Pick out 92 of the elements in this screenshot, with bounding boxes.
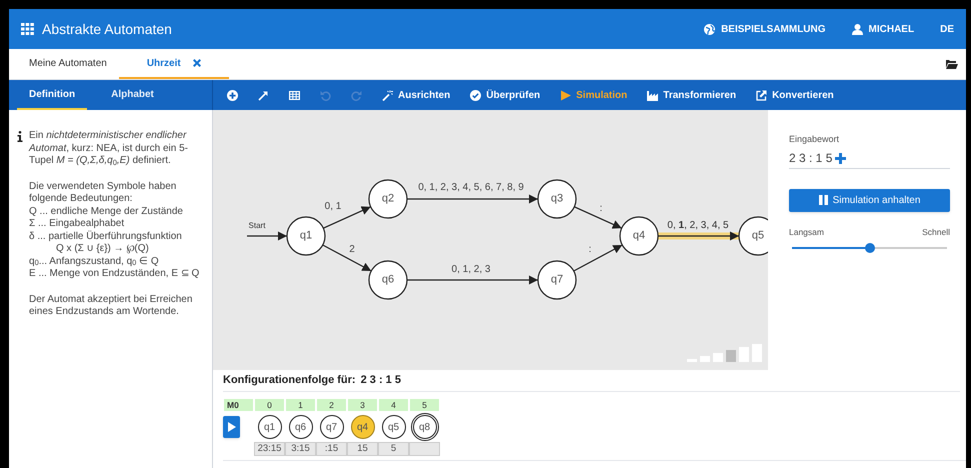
- input-field[interactable]: 2 3 : 1 5: [789, 148, 950, 168]
- info-text: Σ ... Eingabealphabet: [29, 218, 126, 230]
- convert-button[interactable]: Konvertieren: [752, 84, 838, 106]
- state-label: q7: [550, 274, 564, 286]
- state-node[interactable]: [368, 179, 408, 219]
- info-text: δ ... partielle Überführungsfunktion: [29, 230, 183, 243]
- user-link[interactable]: MICHAEL: [852, 22, 914, 36]
- state-label: q6: [382, 274, 394, 286]
- play-icon: [560, 90, 572, 100]
- machine-header: M0: [223, 398, 254, 412]
- plus-icon[interactable]: [835, 152, 846, 164]
- fast-label: Schnell: [922, 226, 950, 238]
- close-icon[interactable]: [192, 59, 201, 67]
- state-node[interactable]: [537, 179, 577, 219]
- start-arrow: [247, 232, 287, 240]
- magic-wand-icon: [382, 90, 393, 100]
- info-text: E ... Menge von Endzuständen, E ⊆ Q: [29, 268, 200, 280]
- play-icon: [228, 422, 236, 432]
- step-header: 5: [409, 398, 440, 412]
- slider-thumb[interactable]: [864, 243, 874, 254]
- transition-arrow[interactable]: [658, 232, 739, 240]
- state-label: q3: [550, 194, 564, 204]
- redo-icon: [351, 90, 362, 100]
- grid-icon: [289, 90, 300, 100]
- step-header: 1: [285, 398, 316, 412]
- speed-slider[interactable]: [792, 241, 947, 256]
- state-node: q4: [350, 415, 374, 439]
- info-text: Q ... endliche Menge der Zustände: [29, 206, 184, 218]
- align-button[interactable]: Ausrichten: [378, 84, 454, 106]
- user-icon: [852, 24, 863, 34]
- info-text: q$_{0}$... Anfangszustand, q$_{0}$ ∈ Q: [29, 256, 160, 268]
- state-node[interactable]: [286, 216, 326, 256]
- state-label: q5: [752, 230, 764, 242]
- state-node: q6: [288, 415, 312, 439]
- check-circle-icon: [470, 90, 482, 100]
- transition-label: :: [588, 245, 592, 255]
- transition-label: 0, 1, 2, 3, 4, 5, 6, 7, 8, 9: [418, 183, 524, 193]
- undo-icon: [320, 90, 331, 100]
- state-label: q4: [632, 230, 646, 242]
- transition-label: 2: [349, 245, 355, 255]
- transition-label: :: [600, 204, 602, 214]
- step-header: 4: [378, 398, 409, 412]
- info-text: Die verwendeten Symbole haben folgende Bedeutungen:: [29, 180, 178, 206]
- transition-arrow[interactable]: [407, 276, 538, 284]
- state-node[interactable]: [368, 260, 408, 300]
- globe-icon: [704, 24, 716, 34]
- pause-icon: [818, 195, 828, 205]
- configuration-title: Konfigurationenfolge für:: [223, 373, 356, 388]
- transition-arrow[interactable]: [407, 194, 538, 204]
- state-node: q5: [382, 415, 406, 439]
- panel-tab[interactable]: Alphabet: [99, 80, 166, 110]
- state-node[interactable]: [537, 260, 577, 300]
- file-tab[interactable]: Meine Automaten: [17, 49, 119, 79]
- info-text: Der Automat akzeptiert bei Erreichen eines Endzustands am Wortende.: [29, 294, 194, 318]
- panel-tab[interactable]: Definition: [17, 80, 88, 110]
- slow-label: Langsam: [789, 226, 824, 238]
- step-header: 0: [254, 398, 285, 412]
- state-label: q1: [300, 230, 312, 242]
- factory-icon: [647, 90, 658, 100]
- step-header: 3: [347, 398, 378, 412]
- table-cell: [409, 442, 440, 456]
- transition-label: 0, 1, 2, 3, 4, 5: [667, 221, 729, 231]
- state-label: q2: [382, 194, 394, 204]
- transform-button[interactable]: Transformieren: [643, 84, 740, 106]
- input-word: 2 3 : 1 5: [360, 373, 401, 388]
- examples-link[interactable]: BEISPIELSAMMLUNG: [704, 22, 826, 36]
- info-text: Ein nichtdeterministischer endlicher Automat, kurz: NEA, ist durch ein 5-Tupel M = (Q,Σ,δ,q$_{0}$,E) definiert.: [29, 130, 189, 168]
- app-title: Abstrakte Automaten: [42, 20, 172, 38]
- play-button[interactable]: [223, 416, 240, 438]
- info-icon: [17, 131, 23, 142]
- state-node[interactable]: [738, 216, 768, 256]
- pause-simulation-button[interactable]: Simulation anhalten: [789, 188, 950, 212]
- state-node[interactable]: [619, 216, 659, 256]
- step-header: 2: [316, 398, 347, 412]
- transition-arrow[interactable]: [574, 206, 622, 229]
- plus-circle-icon: [227, 90, 238, 100]
- formula-text: Q x (Σ ∪ {ε}) → ℘(Q): [55, 243, 150, 256]
- folder-icon[interactable]: [945, 59, 958, 69]
- external-link-icon: [756, 90, 768, 100]
- check-button[interactable]: Überprüfen: [466, 84, 544, 106]
- arrow-icon: [258, 90, 269, 100]
- start-label: Start: [248, 222, 266, 230]
- state-node: q1: [258, 415, 282, 439]
- transition-arrow[interactable]: [322, 244, 372, 272]
- transition-label: 0, 1: [324, 202, 342, 212]
- apps-grid-icon[interactable]: [21, 23, 34, 35]
- state-node: q8: [412, 415, 436, 439]
- transition-arrow[interactable]: [573, 244, 623, 272]
- transition-label: 0, 1, 2, 3: [452, 265, 490, 275]
- state-node: q7: [320, 415, 344, 439]
- language-link[interactable]: DE: [940, 22, 954, 36]
- input-label: Eingabewort: [789, 133, 840, 146]
